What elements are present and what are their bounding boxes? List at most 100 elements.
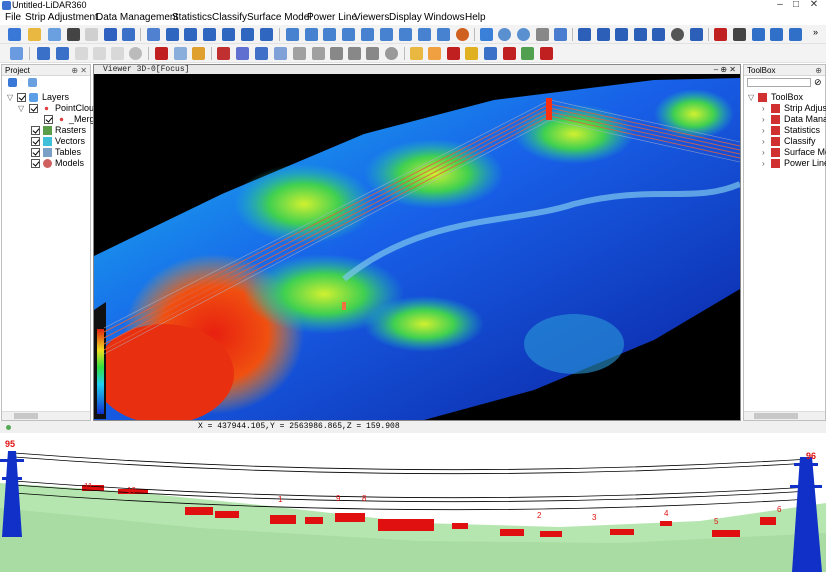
project-hscrollbar[interactable]: [2, 411, 90, 420]
grid-icon[interactable]: [652, 28, 665, 41]
select-icon[interactable]: [37, 47, 50, 60]
view-left-icon[interactable]: [323, 28, 336, 41]
brush-icon[interactable]: [465, 47, 478, 60]
tool-c-icon[interactable]: [255, 47, 268, 60]
cancel-selection-icon[interactable]: [129, 47, 142, 60]
pin-icon[interactable]: ⊕ ✕: [71, 65, 87, 76]
export-r-icon[interactable]: [222, 28, 235, 41]
crosshair-icon[interactable]: [714, 28, 727, 41]
zoom-out-icon[interactable]: [517, 28, 530, 41]
rotate-icon[interactable]: [456, 28, 469, 41]
menu-windows[interactable]: Windows: [424, 11, 465, 25]
export-c-icon[interactable]: [184, 28, 197, 41]
view-iso2-icon[interactable]: [418, 28, 431, 41]
view-front-icon[interactable]: [286, 28, 299, 41]
close-button[interactable]: ✕: [806, 0, 822, 11]
settings-icon[interactable]: [690, 28, 703, 41]
classify2-icon[interactable]: [174, 47, 187, 60]
pan-icon[interactable]: [536, 28, 549, 41]
menu-strip-adjustment[interactable]: Strip Adjustment: [25, 11, 98, 25]
add-layer-icon[interactable]: [8, 78, 17, 87]
view-right-icon[interactable]: [342, 28, 355, 41]
menu-file[interactable]: File: [5, 11, 21, 25]
zoom-in-icon[interactable]: [498, 28, 511, 41]
points-icon[interactable]: [428, 47, 441, 60]
menu-surface-model[interactable]: Surface Model: [247, 11, 311, 25]
delete-icon[interactable]: [540, 47, 553, 60]
menu-data-management[interactable]: Data Management: [96, 11, 178, 25]
folder-icon[interactable]: [410, 47, 423, 60]
minimize-button[interactable]: –: [772, 0, 788, 11]
scroll-thumb[interactable]: [754, 413, 798, 419]
menu-classify[interactable]: Classify: [212, 11, 247, 25]
export-t2-icon[interactable]: [241, 28, 254, 41]
tool-b-icon[interactable]: [236, 47, 249, 60]
view-iso3-icon[interactable]: [437, 28, 450, 41]
globe-icon[interactable]: [671, 28, 684, 41]
toolbox-search-input[interactable]: [747, 78, 811, 87]
tool-d-icon[interactable]: [274, 47, 287, 60]
remove-icon[interactable]: [67, 28, 80, 41]
full-extent-icon[interactable]: [480, 28, 493, 41]
search-icon[interactable]: ⊘: [814, 77, 822, 88]
scroll-thumb[interactable]: [14, 413, 38, 419]
refresh-icon[interactable]: [28, 78, 37, 87]
open-folder-icon[interactable]: [28, 28, 41, 41]
tool-g-icon[interactable]: [330, 47, 343, 60]
layout-icon[interactable]: [634, 28, 647, 41]
menu-help[interactable]: Help: [465, 11, 486, 25]
monitor-icon[interactable]: [578, 28, 591, 41]
menu-statistics[interactable]: Statistics: [172, 11, 212, 25]
flag-icon[interactable]: [503, 47, 516, 60]
maximize-button[interactable]: □: [788, 0, 804, 11]
menu-display[interactable]: Display: [389, 11, 422, 25]
save-as-icon[interactable]: [122, 28, 135, 41]
export-b-icon[interactable]: [260, 28, 273, 41]
viewer-3d[interactable]: Viewer 3D-0[Focus] – ⊕ ✕: [93, 64, 741, 421]
add-layer-icon[interactable]: [48, 28, 61, 41]
view-back-icon[interactable]: [305, 28, 318, 41]
tool-a-icon[interactable]: [217, 47, 230, 60]
angle-icon[interactable]: [789, 28, 802, 41]
window-icon[interactable]: [597, 28, 610, 41]
clip-icon[interactable]: [93, 47, 106, 60]
point-cloud-view[interactable]: [94, 74, 740, 420]
cross-icon[interactable]: [447, 47, 460, 60]
save-icon[interactable]: [104, 28, 117, 41]
tool-f-icon[interactable]: [312, 47, 325, 60]
edit-icon[interactable]: [521, 47, 534, 60]
display-icon[interactable]: [615, 28, 628, 41]
lasso-icon[interactable]: [75, 47, 88, 60]
tool-h-icon[interactable]: [348, 47, 361, 60]
fit-icon[interactable]: [484, 47, 497, 60]
frame-icon[interactable]: [770, 28, 783, 41]
panel-icon[interactable]: [733, 28, 746, 41]
view-bottom-icon[interactable]: [380, 28, 393, 41]
toolbar-overflow-icon[interactable]: »: [813, 27, 818, 37]
viewer-controls-icon[interactable]: – ⊕ ✕: [714, 65, 736, 74]
export-l-icon[interactable]: [166, 28, 179, 41]
tower-label-right: 96: [806, 451, 817, 461]
menu-viewers[interactable]: Viewers: [354, 11, 389, 25]
profile-chart-icon[interactable]: [10, 47, 23, 60]
rect-select-icon[interactable]: [56, 47, 69, 60]
tool-i-icon[interactable]: [366, 47, 379, 60]
add-data-icon[interactable]: [8, 28, 21, 41]
pin-icon[interactable]: ⊕: [815, 65, 822, 76]
classify3-icon[interactable]: [192, 47, 205, 60]
toolbox-hscrollbar[interactable]: [744, 411, 825, 420]
export-t-icon[interactable]: [203, 28, 216, 41]
pick-icon[interactable]: [554, 28, 567, 41]
tool-e-icon[interactable]: [293, 47, 306, 60]
save-selection-icon[interactable]: [111, 47, 124, 60]
view-iso-icon[interactable]: [399, 28, 412, 41]
export-e-icon[interactable]: [147, 28, 160, 41]
menu-power-line[interactable]: Power Line: [307, 11, 357, 25]
view-top-icon[interactable]: [361, 28, 374, 41]
app-icon: [2, 1, 11, 10]
tool-cancel-icon[interactable]: [385, 47, 398, 60]
blank-icon[interactable]: [85, 28, 98, 41]
classify-icon[interactable]: [155, 47, 168, 60]
merge-icon: [57, 115, 66, 124]
measure-icon[interactable]: [752, 28, 765, 41]
